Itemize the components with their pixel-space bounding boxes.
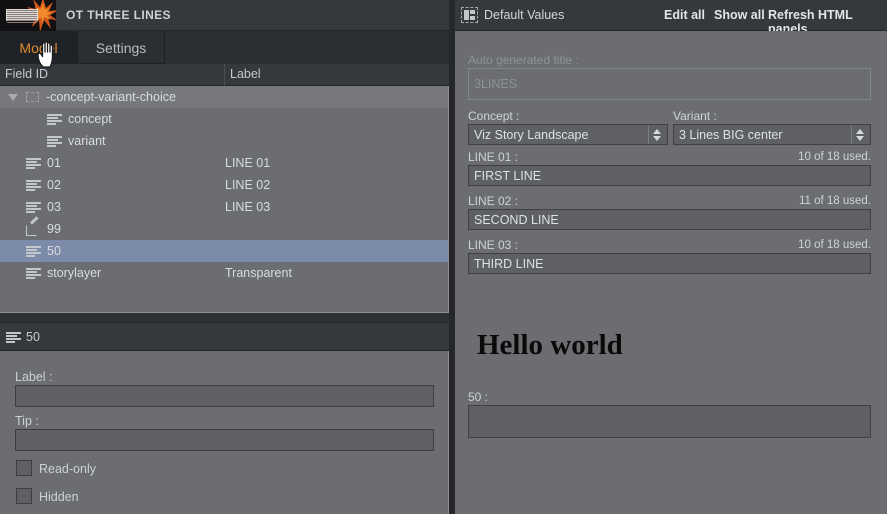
- tree-row-label: LINE 03: [225, 200, 271, 214]
- line-02-input[interactable]: [468, 209, 871, 230]
- default-values-body: Auto generated title : Concept : Viz Sto…: [455, 31, 887, 514]
- line-02-counter: 11 of 18 used.: [798, 195, 871, 207]
- show-all-button[interactable]: Show all: [714, 8, 765, 22]
- line-03-label: LINE 03 :: [468, 238, 519, 252]
- hidden-checkbox[interactable]: [16, 488, 32, 504]
- tree-row-01[interactable]: 01 LINE 01: [0, 152, 448, 174]
- concept-label: Concept :: [468, 109, 520, 123]
- left-pane: OT THREE LINES Model Settings Field ID L…: [0, 0, 449, 514]
- default-values-header: Default Values Edit all Show all Refresh…: [455, 0, 887, 36]
- line-03-counter: 10 of 18 used.: [798, 239, 871, 251]
- app-logo-icon: [0, 0, 56, 31]
- tree-row-field-id: 03: [47, 200, 61, 214]
- line-01-label: LINE 01 :: [468, 150, 519, 164]
- tree-row-field-id: storylayer: [47, 266, 102, 280]
- tree-row-label: LINE 02: [225, 178, 271, 192]
- concept-select[interactable]: Viz Story Landscape: [468, 124, 668, 145]
- tree-row-field-id: variant: [68, 134, 106, 148]
- pencil-edit-icon: [26, 216, 41, 236]
- default-values-panel-icon: [461, 7, 478, 23]
- tree-row-03[interactable]: 03 LINE 03: [0, 196, 448, 218]
- tree-row-storylayer[interactable]: storylayer Transparent: [0, 262, 448, 284]
- logo-wordmark: [6, 9, 38, 23]
- tab-model[interactable]: Model: [0, 31, 78, 64]
- default-values-title: Default Values: [484, 8, 565, 22]
- text-lines-icon: [47, 114, 62, 125]
- text-lines-icon: [6, 332, 21, 343]
- text-lines-icon: [26, 202, 41, 213]
- tree-row-field-id: 02: [47, 178, 61, 192]
- line-03-input[interactable]: [468, 253, 871, 274]
- tree-row-field-id: concept: [68, 112, 112, 126]
- concept-spinner-icon[interactable]: [648, 125, 664, 144]
- tip-input[interactable]: [15, 429, 434, 451]
- line-01-input[interactable]: [468, 165, 871, 186]
- variant-label: Variant :: [673, 109, 717, 123]
- column-header-label[interactable]: Label: [230, 67, 261, 81]
- line-01-counter: 10 of 18 used.: [798, 151, 871, 163]
- hidden-label: Hidden: [39, 490, 79, 504]
- detail-panel-body: Label : Tip : Read-only Hidden: [0, 351, 449, 514]
- field-50-input[interactable]: [468, 405, 871, 438]
- page-title: OT THREE LINES: [66, 8, 171, 22]
- tree-row-field-id: 50: [47, 244, 61, 258]
- text-lines-icon: [26, 158, 41, 169]
- tree-row-99[interactable]: 99: [0, 216, 448, 240]
- variant-select[interactable]: 3 Lines BIG center: [673, 124, 871, 145]
- tree-row-label: Transparent: [225, 266, 292, 280]
- variant-spinner-icon[interactable]: [851, 125, 867, 144]
- variant-select-value: 3 Lines BIG center: [679, 127, 783, 142]
- tree-column-headers: Field ID Label: [0, 64, 449, 86]
- text-lines-icon: [26, 246, 41, 257]
- line-02-label: LINE 02 :: [468, 194, 519, 208]
- title-bar: OT THREE LINES: [0, 0, 449, 31]
- field-tree[interactable]: -concept-variant-choice concept variant 01 L…: [0, 86, 449, 313]
- auto-generated-title-label: Auto generated title :: [468, 53, 579, 67]
- label-field-label: Label :: [15, 370, 53, 384]
- read-only-checkbox[interactable]: [16, 460, 32, 476]
- tree-row-50[interactable]: 50: [0, 240, 448, 262]
- dashed-box-icon: [26, 92, 39, 102]
- field-50-label: 50 :: [468, 390, 489, 404]
- text-lines-icon: [26, 268, 41, 279]
- tab-settings-label: Settings: [95, 39, 147, 56]
- tree-row-field-id: 01: [47, 156, 61, 170]
- column-divider[interactable]: [224, 64, 225, 86]
- concept-select-value: Viz Story Landscape: [474, 127, 589, 142]
- tree-row-concept-variant-choice[interactable]: -concept-variant-choice: [0, 86, 448, 108]
- tree-row-variant[interactable]: variant: [0, 130, 448, 152]
- tab-model-label: Model: [19, 39, 58, 56]
- tree-row-field-id: 99: [47, 222, 61, 236]
- preview-heading: Hello world: [477, 329, 623, 361]
- tree-row-field-id: -concept-variant-choice: [46, 90, 176, 104]
- chevron-down-icon[interactable]: [8, 94, 18, 101]
- tree-row-concept[interactable]: concept: [0, 108, 448, 130]
- tab-strip: Model Settings: [0, 31, 449, 64]
- edit-all-button[interactable]: Edit all: [664, 8, 705, 22]
- tree-row-02[interactable]: 02 LINE 02: [0, 174, 448, 196]
- text-lines-icon: [26, 180, 41, 191]
- auto-generated-title-input: [468, 68, 871, 100]
- tab-strip-filler: [165, 31, 449, 64]
- column-header-field-id[interactable]: Field ID: [5, 67, 48, 81]
- detail-panel-title: 50: [26, 330, 40, 344]
- tip-field-label: Tip :: [15, 414, 39, 428]
- tree-row-label: LINE 01: [225, 156, 271, 170]
- right-pane: Default Values Edit all Show all Refresh…: [455, 0, 887, 514]
- tab-settings[interactable]: Settings: [78, 31, 165, 64]
- detail-panel-header: 50: [0, 322, 449, 351]
- application-window: OT THREE LINES Model Settings Field ID L…: [0, 0, 887, 514]
- text-lines-icon: [47, 136, 62, 147]
- label-input[interactable]: [15, 385, 434, 407]
- read-only-label: Read-only: [39, 462, 96, 476]
